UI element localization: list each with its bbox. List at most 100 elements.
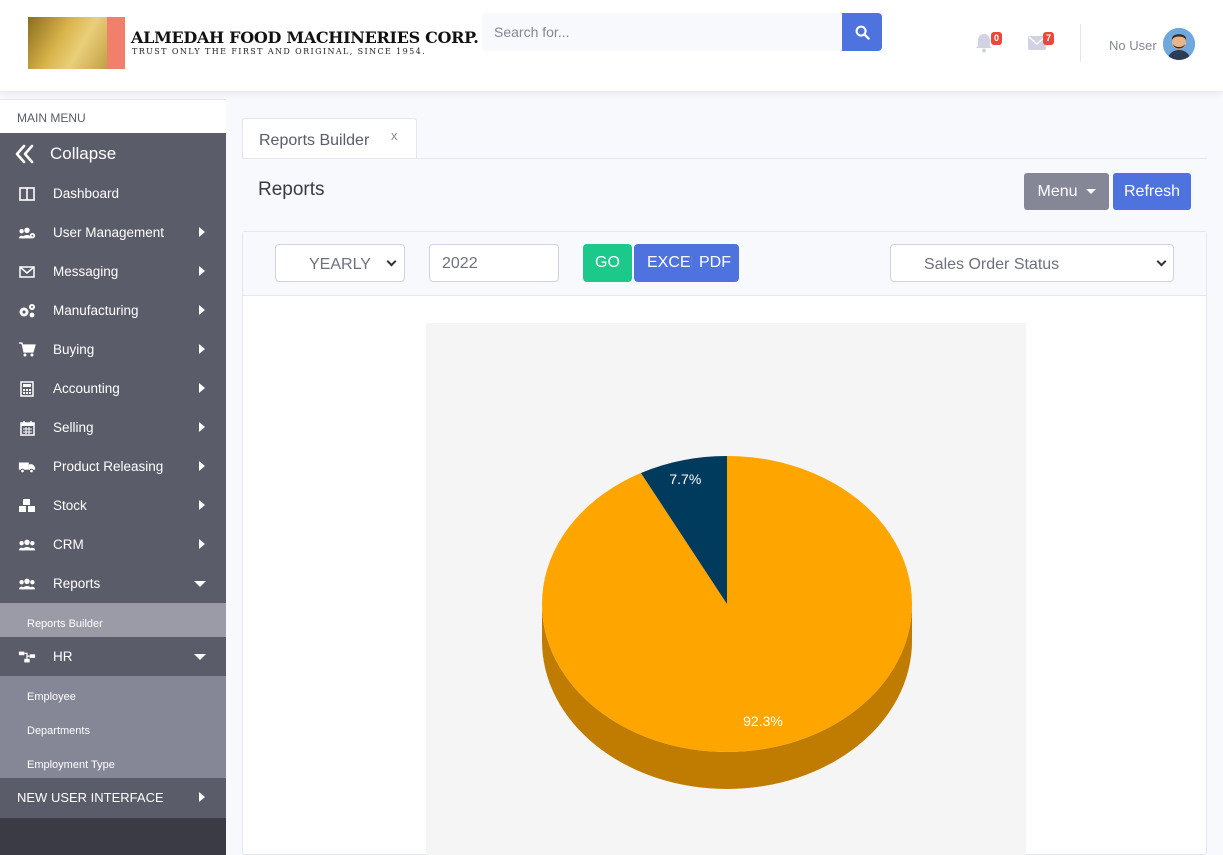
caret-down-icon	[194, 581, 206, 587]
envelope-icon	[18, 264, 36, 280]
sidebar-item-stock[interactable]: Stock	[0, 486, 226, 525]
sidebar-collapse-button[interactable]: Collapse	[0, 133, 226, 174]
search-icon	[855, 25, 870, 40]
sidebar-item-label: Stock	[53, 498, 87, 513]
user-name[interactable]: No User	[1109, 38, 1157, 53]
caret-right-icon	[199, 539, 205, 549]
year-input[interactable]: 2022	[429, 244, 559, 282]
columns-icon	[18, 186, 36, 202]
company-logo[interactable]: ALMEDAH FOOD MACHINERIES CORP. TRUST ONL…	[28, 17, 479, 69]
boxes-icon	[18, 498, 36, 514]
sidebar-item-reports[interactable]: Reports	[0, 564, 226, 603]
cart-icon	[18, 342, 36, 358]
reports-submenu: Reports Builder	[0, 603, 226, 637]
sidebar-item-manufacturing[interactable]: Manufacturing	[0, 291, 226, 330]
caret-down-icon	[194, 654, 206, 660]
calendar-icon	[18, 420, 36, 436]
report-type-select[interactable]: Sales Order Status	[890, 244, 1174, 282]
refresh-button[interactable]: Refresh	[1113, 173, 1191, 210]
sidebar-item-user-management[interactable]: User Management	[0, 213, 226, 252]
sidebar-item-label: Messaging	[53, 264, 119, 279]
pie-chart-area: 92.3% 7.7%	[426, 323, 1026, 855]
sidebar-subitem-departments[interactable]: Departments	[0, 710, 226, 744]
messages-count-badge: 7	[1043, 32, 1055, 45]
collapse-label: Collapse	[50, 143, 117, 163]
period-select-value: YEARLY	[309, 256, 371, 273]
sidebar-item-hr[interactable]: HR	[0, 637, 226, 676]
page-header: Reports Menu Refresh	[242, 158, 1207, 223]
topbar: ALMEDAH FOOD MACHINERIES CORP. TRUST ONL…	[0, 0, 1223, 91]
period-select[interactable]: YEARLY	[275, 244, 405, 282]
caret-right-icon	[199, 422, 205, 432]
menu-button-label: Menu	[1037, 182, 1078, 200]
avatar-icon	[1163, 28, 1195, 60]
caret-right-icon	[199, 266, 205, 276]
logo-accent	[107, 17, 125, 69]
chevron-down-icon	[1156, 256, 1167, 267]
caret-right-icon	[199, 461, 205, 471]
pie-slice-label: 92.3%	[743, 713, 783, 729]
cogs-icon	[18, 303, 36, 319]
caret-right-icon	[199, 305, 205, 315]
caret-right-icon	[199, 792, 205, 802]
search-input[interactable]	[482, 13, 842, 51]
sidebar-subitem-employment-type[interactable]: Employment Type	[0, 744, 226, 778]
alerts-count-badge: 0	[991, 32, 1003, 45]
menu-dropdown-button[interactable]: Menu	[1024, 173, 1109, 210]
sidebar-item-buying[interactable]: Buying	[0, 330, 226, 369]
calculator-icon	[18, 380, 36, 397]
double-chevron-left-icon	[15, 144, 34, 163]
sidebar-item-label: User Management	[53, 225, 165, 240]
sidebar-footer	[0, 818, 226, 855]
caret-right-icon	[199, 383, 205, 393]
go-button[interactable]: GO	[583, 244, 632, 282]
caret-right-icon	[199, 344, 205, 354]
sidebar-item-product-releasing[interactable]: Product Releasing	[0, 447, 226, 486]
users-icon	[18, 537, 36, 553]
tab-reports-builder[interactable]: Reports Builder x	[242, 118, 417, 159]
users-cog-icon	[18, 225, 36, 241]
company-tagline: TRUST ONLY THE FIRST AND ORIGINAL, SINCE…	[132, 47, 427, 56]
sidebar-item-selling[interactable]: Selling	[0, 408, 226, 447]
tab-close-icon[interactable]: x	[391, 128, 398, 143]
sidebar-item-label: Product Releasing	[53, 459, 164, 474]
pie-slice-label: 7.7%	[669, 471, 701, 487]
chevron-down-icon	[386, 256, 397, 267]
sidebar-item-new-user-interface[interactable]: NEW USER INTERFACE	[0, 778, 226, 817]
main-menu-label: MAIN MENU	[0, 99, 226, 133]
sidebar-subitem-reports-builder[interactable]: Reports Builder	[0, 603, 226, 637]
pie-chart: 92.3% 7.7%	[542, 456, 912, 789]
search-button[interactable]	[842, 13, 882, 51]
sitemap-icon	[18, 649, 36, 665]
excel-export-button[interactable]: EXCEL	[634, 244, 694, 282]
caret-right-icon	[199, 500, 205, 510]
report-card: YEARLY 2022 GO EXCEL PDF Sales Order Sta…	[242, 231, 1207, 855]
sidebar-subitem-employee[interactable]: Employee	[0, 676, 226, 710]
truck-icon	[18, 459, 36, 475]
pdf-export-button[interactable]: PDF	[692, 244, 739, 282]
users-icon	[18, 576, 36, 592]
tab-label: Reports Builder	[259, 132, 370, 149]
sidebar-item-label: CRM	[53, 537, 84, 552]
caret-down-icon	[1085, 189, 1096, 194]
company-name: ALMEDAH FOOD MACHINERIES CORP.	[131, 28, 479, 47]
sidebar-item-dashboard[interactable]: Dashboard	[0, 174, 226, 213]
sidebar-item-label: Buying	[53, 342, 95, 357]
sidebar-item-label: Selling	[53, 420, 94, 435]
report-filters: YEARLY 2022 GO EXCEL PDF Sales Order Sta…	[243, 232, 1206, 296]
search-bar	[482, 13, 882, 51]
sidebar: MAIN MENU Collapse Dashboard User Manage…	[0, 99, 226, 855]
sidebar-item-accounting[interactable]: Accounting	[0, 369, 226, 408]
sidebar-item-label: Reports	[53, 576, 101, 591]
sidebar-item-crm[interactable]: CRM	[0, 525, 226, 564]
sidebar-item-label: HR	[53, 649, 73, 664]
sidebar-item-messaging[interactable]: Messaging	[0, 252, 226, 291]
topbar-divider	[1080, 24, 1081, 62]
user-avatar[interactable]	[1163, 28, 1195, 60]
report-type-value: Sales Order Status	[924, 256, 1060, 273]
page-title: Reports	[258, 179, 325, 200]
hr-submenu: Employee Departments Employment Type	[0, 676, 226, 778]
caret-right-icon	[199, 227, 205, 237]
sidebar-item-label: Dashboard	[53, 186, 120, 201]
sidebar-item-label: Accounting	[53, 381, 120, 396]
